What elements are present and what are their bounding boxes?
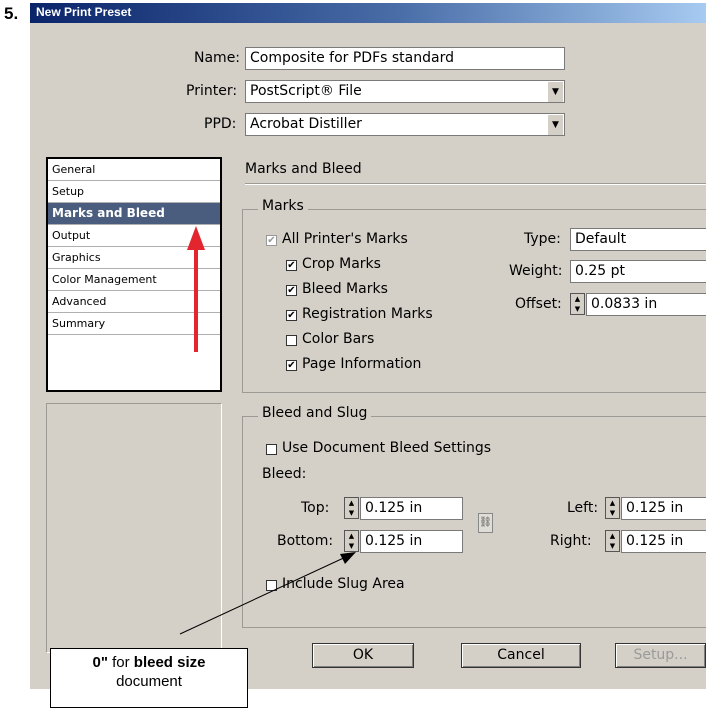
callout-box: 0" for bleed size document — [50, 648, 248, 708]
callout-line-2: document — [116, 673, 182, 690]
red-arrow-head — [187, 226, 205, 250]
callout-value: 0" — [92, 654, 108, 671]
callout-bleed-size: bleed size — [133, 654, 206, 671]
annotation-overlay — [179, 226, 356, 635]
callout-pointer-head — [340, 552, 356, 564]
callout-for: for — [107, 654, 134, 671]
callout-line-1: 0" for bleed size — [51, 653, 247, 672]
callout-pointer-line — [179, 554, 351, 635]
